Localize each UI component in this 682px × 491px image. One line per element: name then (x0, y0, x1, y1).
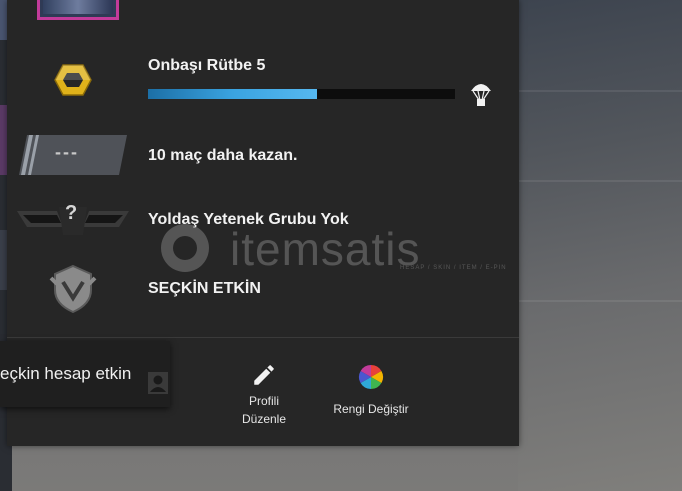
change-color-button[interactable]: Rengi Değiştir (323, 364, 419, 418)
watermark-brand: itemsatis (230, 223, 421, 275)
rank-badge-icon (17, 55, 129, 105)
edit-profile-label-line2: Düzenle (241, 412, 287, 426)
bg-streak (518, 300, 682, 302)
color-wheel-icon (323, 364, 419, 400)
tooltip-text: eçkin hesap etkin (0, 364, 132, 383)
wingman-unknown-text: ? (65, 202, 78, 224)
avatar[interactable] (37, 0, 119, 20)
parachute-drop-icon[interactable] (470, 81, 492, 107)
prime-shield-icon (17, 264, 129, 314)
competitive-rank-icon: --- (17, 130, 129, 180)
rank-progress-fill (148, 89, 317, 99)
rank-placeholder-text: --- (55, 142, 79, 162)
watermark-tagline: HESAP / SKIN / ITEM / E-PIN (400, 265, 507, 271)
profile-icon-glyph (147, 371, 169, 395)
change-color-label: Rengi Değiştir (333, 402, 409, 416)
watermark-logo: itemsatis HESAP / SKIN / ITEM / E-PIN (150, 218, 550, 278)
bg-streak (518, 90, 682, 92)
wins-needed-label: 10 maç daha kazan. (148, 147, 298, 164)
pencil-icon (229, 358, 299, 392)
panel-divider (7, 337, 519, 338)
rank-progress-bar (148, 89, 455, 99)
bg-streak (518, 180, 682, 182)
prime-status-label: SEÇKİN ETKİN (148, 280, 261, 297)
prime-status-tooltip: eçkin hesap etkin (0, 341, 170, 407)
rank-label: Onbaşı Rütbe 5 (148, 57, 266, 74)
edit-profile-label-line1: Profili (248, 394, 279, 408)
edit-profile-button[interactable]: Profili Düzenle (229, 358, 299, 428)
wingman-rank-icon: ? (17, 196, 129, 246)
